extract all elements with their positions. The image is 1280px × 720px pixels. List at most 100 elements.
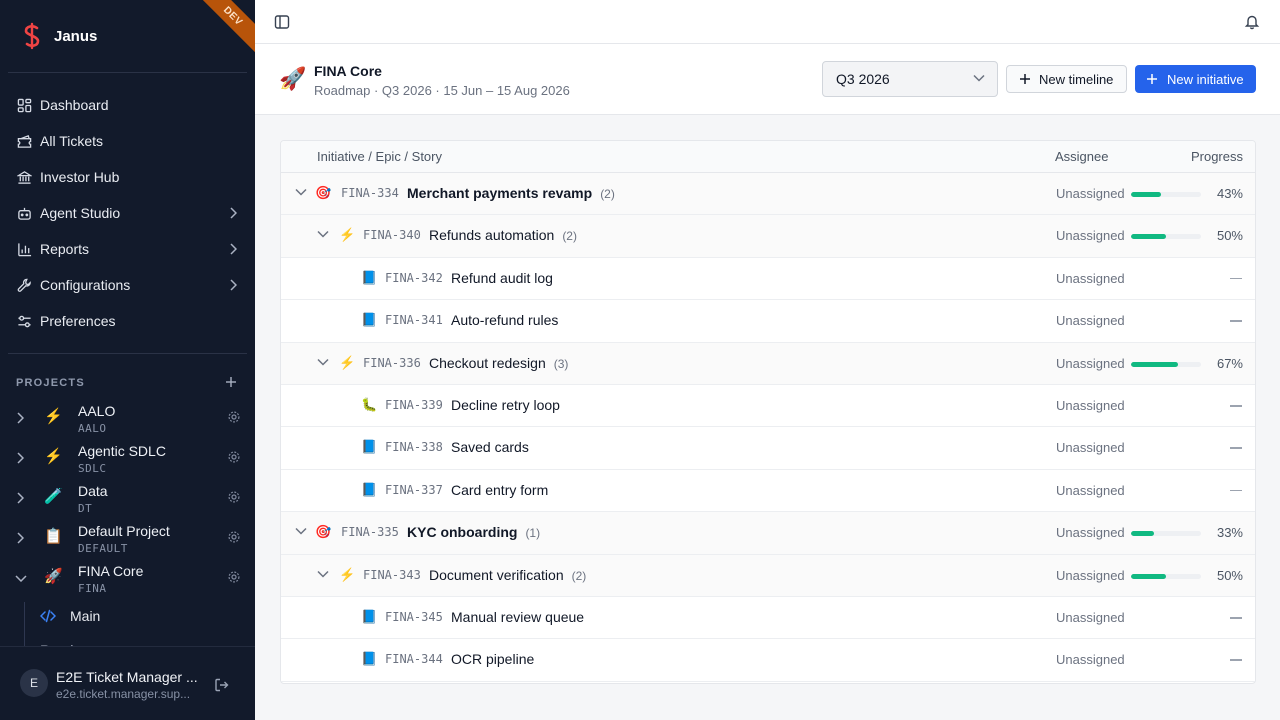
assignee[interactable]: Unassigned	[1056, 525, 1125, 540]
table-row[interactable]: 🎯 FINA-335 KYC onboarding (1) Unassigned 33%	[281, 512, 1255, 555]
chevron-down-icon[interactable]	[295, 527, 307, 535]
project-code: AALO	[78, 422, 107, 435]
assignee[interactable]: Unassigned	[1056, 356, 1125, 371]
ticket-title[interactable]: Card entry form	[451, 482, 548, 498]
assignee[interactable]: Unassigned	[1056, 610, 1125, 625]
ticket-key[interactable]: FINA-341	[385, 313, 443, 327]
chevron-right-icon[interactable]	[16, 532, 24, 544]
nav-agent-studio[interactable]: Agent Studio	[8, 196, 247, 230]
nav-preferences[interactable]: Preferences	[8, 304, 247, 338]
ticket-key[interactable]: FINA-343	[363, 568, 421, 582]
ticket-key[interactable]: FINA-345	[385, 610, 443, 624]
assignee[interactable]: Unassigned	[1056, 313, 1125, 328]
chevron-down-icon[interactable]	[15, 574, 27, 582]
nav-reports[interactable]: Reports	[8, 232, 247, 266]
gear-icon[interactable]	[227, 570, 241, 584]
project-aalo[interactable]: ⚡ AALO AALO	[8, 398, 247, 438]
nav-dashboard[interactable]: Dashboard	[8, 88, 247, 122]
ticket-key[interactable]: FINA-338	[385, 440, 443, 454]
table-row[interactable]: ⚡ FINA-343 Document verification (2) Unassig…	[281, 554, 1255, 597]
gear-icon[interactable]	[227, 450, 241, 464]
ticket-title[interactable]: Checkout redesign (3)	[429, 355, 568, 371]
gear-icon[interactable]	[227, 530, 241, 544]
ticket-title[interactable]: Saved cards	[451, 439, 529, 455]
ticket-title[interactable]: KYC onboarding (1)	[407, 524, 540, 540]
table-row[interactable]: 📘 FINA-342 Refund audit log Unassigned	[281, 257, 1255, 301]
ticket-title[interactable]: Auto-refund rules	[451, 312, 558, 328]
ticket-key[interactable]: FINA-334	[341, 186, 399, 200]
chevron-right-icon[interactable]	[16, 412, 24, 424]
quarter-select[interactable]: Q3 2026	[822, 61, 998, 97]
table-row[interactable]: 📘 FINA-341 Auto-refund rules Unassigned	[281, 300, 1255, 343]
assignee[interactable]: Unassigned	[1056, 652, 1125, 667]
ticket-key[interactable]: FINA-340	[363, 228, 421, 242]
chevron-right-icon	[230, 243, 237, 255]
new-initiative-button[interactable]: New initiative	[1135, 65, 1256, 93]
ticket-key[interactable]: FINA-335	[341, 525, 399, 539]
table-row[interactable]: ⚡ FINA-340 Refunds automation (2) Unassigned…	[281, 215, 1255, 258]
table-row[interactable]: 📘 FINA-345 Manual review queue Unassigned	[281, 597, 1255, 640]
book-icon: 📘	[361, 439, 378, 455]
ticket-title[interactable]: Decline retry loop	[451, 397, 560, 413]
chevron-down-icon[interactable]	[317, 230, 329, 238]
table-row[interactable]: 🎯 FINA-334 Merchant payments revamp (2) Unas…	[281, 173, 1255, 216]
assignee[interactable]: Unassigned	[1056, 398, 1125, 413]
ticket-title[interactable]: Document verification (2)	[429, 567, 586, 583]
nav-all-tickets[interactable]: All Tickets	[8, 124, 247, 158]
new-timeline-button[interactable]: New timeline	[1006, 65, 1127, 93]
chevron-right-icon[interactable]	[16, 452, 24, 464]
gear-icon[interactable]	[227, 490, 241, 504]
ticket-key[interactable]: FINA-339	[385, 398, 443, 412]
projects-header: PROJECTS	[16, 377, 85, 389]
chevron-down-icon[interactable]	[317, 570, 329, 578]
table-row[interactable]: 🐛 FINA-339 Decline retry loop Unassigned	[281, 385, 1255, 428]
ticket-key[interactable]: FINA-336	[363, 356, 421, 370]
no-progress-dash	[1230, 405, 1242, 407]
project-fina-core[interactable]: 🚀 FINA Core FINA	[8, 558, 247, 598]
divider	[8, 72, 247, 73]
assignee[interactable]: Unassigned	[1056, 186, 1125, 201]
nav-configurations[interactable]: Configurations	[8, 268, 247, 302]
table-row[interactable]: 📘 FINA-338 Saved cards Unassigned	[281, 427, 1255, 470]
ticket-key[interactable]: FINA-337	[385, 483, 443, 497]
project-default[interactable]: 📋 Default Project DEFAULT	[8, 518, 247, 558]
table-row[interactable]: 📘 FINA-344 OCR pipeline Unassigned	[281, 639, 1255, 682]
chevron-right-icon[interactable]	[16, 492, 24, 504]
table-row[interactable]: 📘 FINA-337 Card entry form Unassigned	[281, 469, 1255, 513]
ticket-title-text: Document verification	[429, 566, 564, 583]
ticket-title[interactable]: Refund audit log	[451, 270, 553, 286]
assignee[interactable]: Unassigned	[1056, 483, 1125, 498]
progress-bar	[1131, 361, 1201, 367]
assignee[interactable]: Unassigned	[1056, 228, 1125, 243]
chevron-down-icon[interactable]	[317, 358, 329, 366]
nav-investor-hub[interactable]: Investor Hub	[8, 160, 247, 194]
sidebar-toggle-icon[interactable]	[274, 14, 290, 30]
nav-label: Configurations	[40, 277, 131, 293]
assignee[interactable]: Unassigned	[1056, 271, 1125, 286]
sub-item-main[interactable]: Main	[40, 604, 100, 628]
table-row[interactable]: ⚡ FINA-336 Checkout redesign (3) Unassigned 6…	[281, 342, 1255, 385]
assignee[interactable]: Unassigned	[1056, 440, 1125, 455]
ticket-title[interactable]: Refunds automation (2)	[429, 227, 577, 243]
column-header-title: Initiative / Epic / Story	[317, 149, 442, 164]
gear-icon[interactable]	[227, 410, 241, 424]
bell-icon[interactable]	[1244, 13, 1260, 30]
ticket-title[interactable]: OCR pipeline	[451, 651, 534, 667]
child-count: (3)	[553, 356, 569, 371]
ticket-key[interactable]: FINA-344	[385, 652, 443, 666]
ticket-title[interactable]: Merchant payments revamp (2)	[407, 185, 615, 201]
chevron-down-icon[interactable]	[295, 188, 307, 196]
project-data[interactable]: 🧪 Data DT	[8, 478, 247, 518]
avatar[interactable]: E	[20, 669, 48, 697]
project-code: DEFAULT	[78, 542, 128, 555]
assignee[interactable]: Unassigned	[1056, 568, 1125, 583]
ticket-title-text: OCR pipeline	[451, 651, 535, 668]
no-progress-dash	[1230, 277, 1242, 280]
add-project-icon[interactable]	[224, 375, 238, 389]
brand[interactable]: Janus	[20, 22, 97, 50]
ticket-key[interactable]: FINA-342	[385, 271, 443, 285]
ticket-title[interactable]: Manual review queue	[451, 609, 584, 625]
project-agentic-sdlc[interactable]: ⚡ Agentic SDLC SDLC	[8, 438, 247, 478]
logout-icon[interactable]	[214, 677, 230, 693]
child-count: (2)	[600, 187, 615, 201]
